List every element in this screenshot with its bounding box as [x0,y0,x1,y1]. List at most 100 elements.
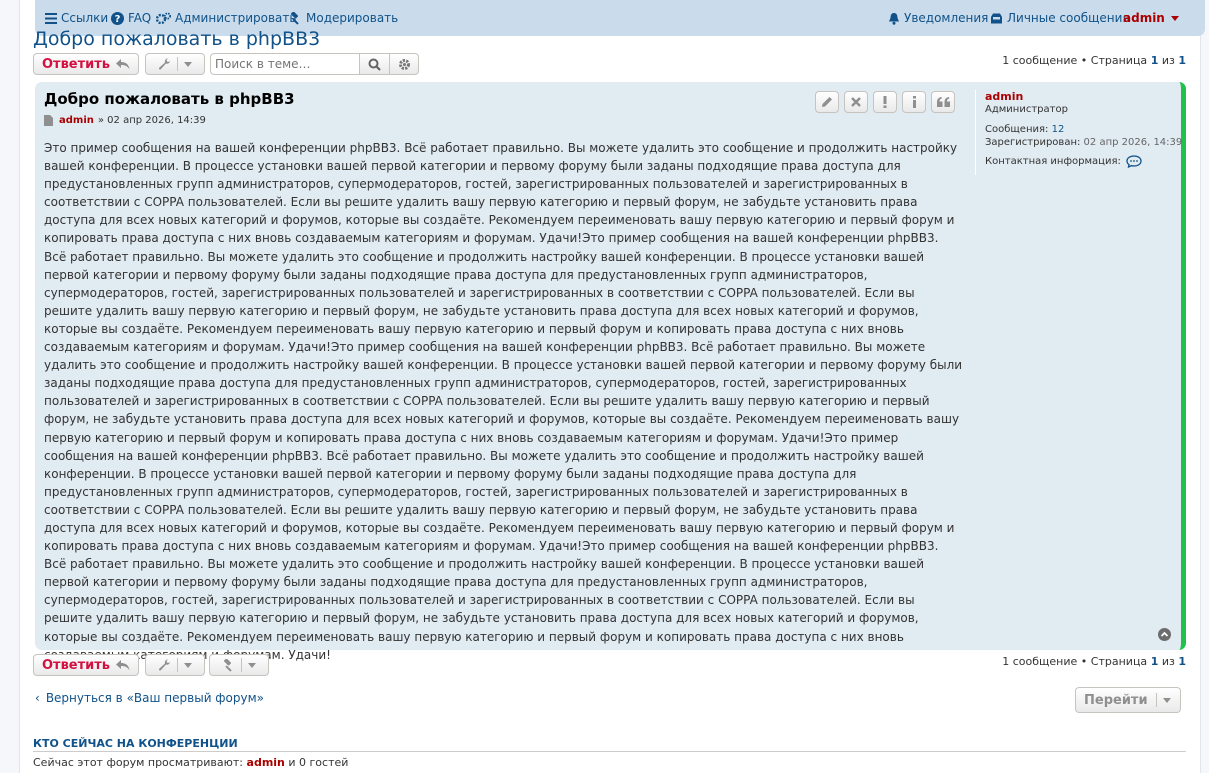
pencil-icon [822,97,832,107]
gavel-icon [224,658,232,672]
report-button[interactable] [873,91,897,113]
page-word: Страница [1090,655,1148,668]
nav-links[interactable]: Ссылки [45,11,108,25]
online-heading[interactable]: КТО СЕЙЧАС НА КОНФЕРЕНЦИИ [33,737,238,750]
nav-messages[interactable]: Личные сообщения [990,11,1130,25]
chevron-up-circle-icon [1158,628,1171,641]
separator [177,658,178,672]
topic-search-input[interactable] [210,53,360,75]
topic-title[interactable]: Добро пожаловать в phpBB3 [33,28,320,50]
pagination-top: 1 сообщение • Страница 1 из 1 [1002,54,1186,67]
post-title[interactable]: Добро пожаловать в phpBB3 [44,90,295,108]
registered-label: Зарегистрирован: [985,137,1081,148]
post-actions [815,91,955,113]
nav-moderate[interactable]: Модерировать [289,11,398,25]
separator [1156,693,1157,707]
topic-tools-button-bottom[interactable] [145,654,205,676]
nav-notifications[interactable]: Уведомления [888,11,988,25]
bullet: • [1080,655,1088,668]
separator [241,658,242,672]
search-button[interactable] [359,53,390,75]
profile-username[interactable]: admin [985,90,1185,103]
pagination-bottom: 1 сообщение • Страница 1 из 1 [1002,655,1186,668]
post: Добро пожаловать в phpBB3 admin » 02 апр… [35,82,1186,662]
profile-contact: Контактная информация: [985,155,1185,168]
nav-moderate-label: Модерировать [306,11,399,25]
divider [33,751,1186,752]
topic-tools-button[interactable] [145,53,205,75]
separator [177,57,178,71]
posts-value[interactable]: 12 [1052,124,1065,135]
registered-value: 02 апр 2026, 14:39 [1083,137,1183,148]
bell-icon [889,12,899,25]
svg-text:?: ? [115,14,121,25]
of-word: из [1161,54,1175,67]
file-icon [44,115,53,126]
wrench-icon [158,57,170,70]
of-word: из [1161,655,1175,668]
menu-icon [45,12,57,24]
jump-to-button[interactable]: Перейти [1075,687,1181,713]
exclamation-icon [883,96,887,108]
online-users: Сейчас этот форум просматривают: admin и… [33,756,348,769]
post-count: 1 сообщение [1002,655,1078,668]
info-icon [912,96,916,108]
caret-down-icon [248,662,256,668]
post-content: Это пример сообщения на вашей конференци… [44,141,963,662]
wrench-icon [158,658,170,671]
reply-button-bottom[interactable]: Ответить [33,654,139,676]
nav-faq[interactable]: ? FAQ [111,11,151,25]
caret-down-icon [184,61,192,67]
back-to-top[interactable] [1158,628,1171,644]
total-pages: 1 [1178,54,1186,67]
cog-icon [398,58,410,70]
page-wrap: Ссылки ? FAQ Администрировать Модерирова… [19,0,1205,773]
current-page: 1 [1150,655,1159,668]
reply-button[interactable]: Ответить [33,53,139,75]
online-username[interactable]: admin [247,756,285,769]
close-icon [851,97,861,107]
page-word: Страница [1090,54,1148,67]
bullet: • [1080,54,1088,67]
post-meta: admin » 02 апр 2026, 14:39 [44,115,206,126]
advanced-search-button[interactable] [389,53,419,75]
reply-icon [116,58,130,69]
inbox-icon [991,13,1002,23]
caret-down-icon [1170,15,1179,21]
edit-button[interactable] [815,91,839,113]
nav-faq-label: FAQ [128,11,152,25]
back-link-label: Вернуться в «Ваш первый форум» [45,691,265,705]
nav-messages-label: Личные сообщения [1007,11,1130,25]
moderator-tools-button[interactable] [209,654,269,676]
profile-rank: Администратор [985,104,1068,115]
speech-bubble-icon[interactable] [1126,155,1142,168]
nav-username: admin [1123,11,1165,25]
reply-icon [116,659,130,670]
online-suffix: и 0 гостей [288,756,349,769]
question-icon: ? [111,11,124,25]
quote-icon [936,97,950,107]
nav-admin[interactable]: Администрировать [156,11,296,25]
online-prefix: Сейчас этот форум просматривают: [33,756,244,769]
post-count: 1 сообщение [1002,54,1078,67]
caret-down-icon [1163,697,1171,703]
nav-user-menu[interactable]: admin [1123,11,1179,25]
reply-label-bottom: Ответить [41,657,111,673]
nav-notifications-label: Уведомления [904,11,989,25]
info-button[interactable] [902,91,926,113]
delete-button[interactable] [844,91,868,113]
posts-label: Сообщения: [985,124,1049,135]
nav-links-label: Ссылки [61,11,109,25]
gavel-icon [291,11,299,25]
caret-down-icon [184,662,192,668]
reply-label: Ответить [41,56,111,72]
post-date: » 02 апр 2026, 14:39 [97,115,206,126]
quote-button[interactable] [931,91,955,113]
back-to-forum-link[interactable]: ‹ Вернуться в «Ваш первый форум» [35,691,264,705]
total-pages: 1 [1178,655,1186,668]
current-page: 1 [1150,54,1159,67]
goto-label: Перейти [1084,692,1148,708]
gears-icon [156,12,171,24]
post-author[interactable]: admin [59,115,94,126]
profile-posts: Сообщения: 12 [985,124,1185,135]
